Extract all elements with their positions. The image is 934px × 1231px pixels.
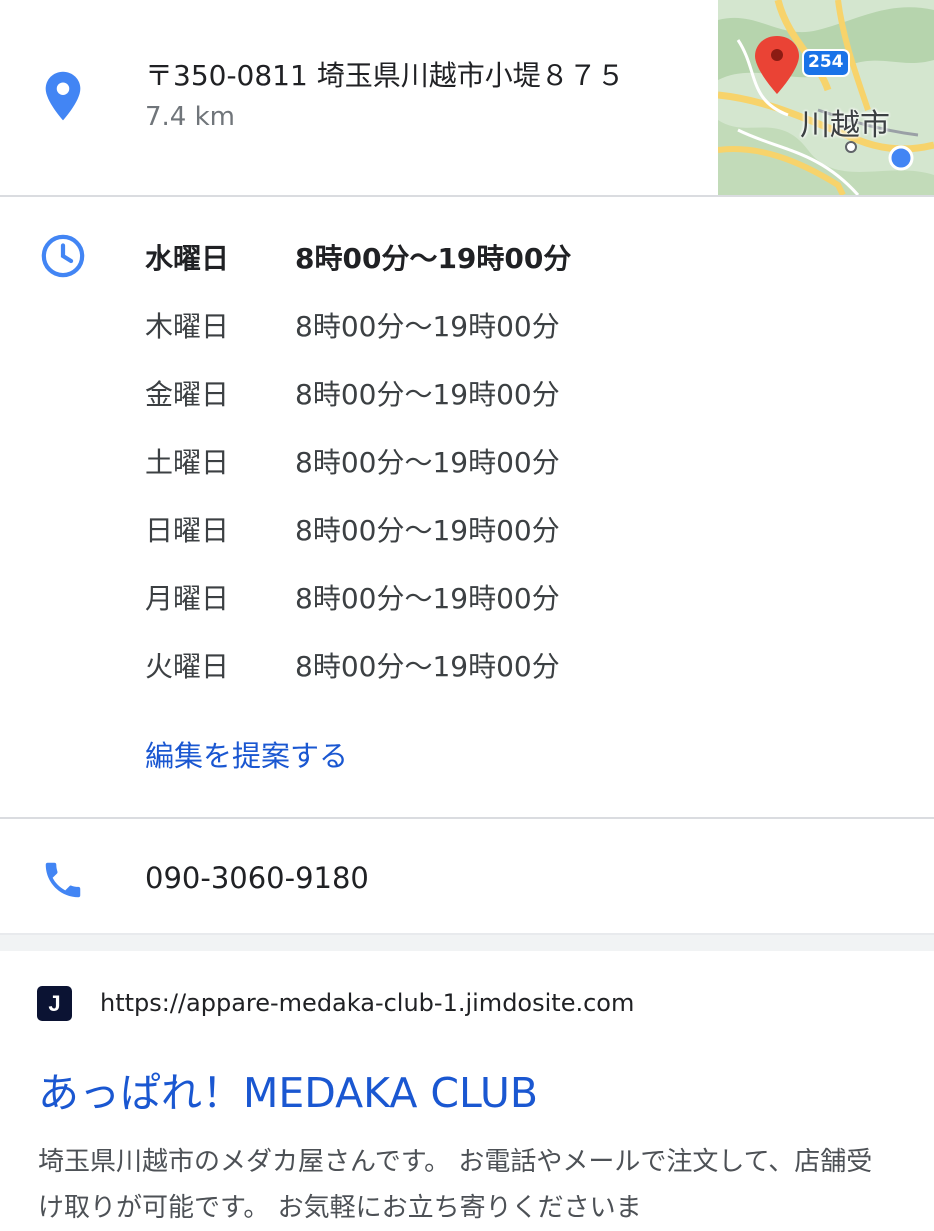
hours-day: 土曜日 <box>145 446 230 479</box>
hours-row: 木曜日 8時00分〜19時00分 <box>145 305 571 373</box>
distance-text: 7.4 km <box>145 102 235 132</box>
hours-day: 日曜日 <box>145 514 230 547</box>
hours-row: 月曜日 8時00分〜19時00分 <box>145 577 571 645</box>
hours-time: 8時00分〜19時00分 <box>295 514 560 547</box>
hours-time: 8時00分〜19時00分 <box>295 582 560 615</box>
location-pin-icon <box>45 71 81 121</box>
phone-icon <box>45 862 81 898</box>
result-title-link[interactable]: あっぱれ！MEDAKA CLUB <box>38 1059 538 1119</box>
hours-row: 金曜日 8時00分〜19時00分 <box>145 373 571 441</box>
hours-day: 火曜日 <box>145 650 230 683</box>
hours-time: 8時00分〜19時00分 <box>295 242 572 275</box>
phone-section[interactable]: 090-3060-9180 <box>0 819 934 935</box>
section-divider <box>0 935 934 951</box>
site-favicon-icon: J <box>37 986 72 1021</box>
hours-day: 月曜日 <box>145 582 230 615</box>
hours-table: 水曜日 8時00分〜19時00分 木曜日 8時00分〜19時00分 金曜日 8時… <box>145 237 571 713</box>
result-snippet: 埼玉県川越市のメダカ屋さんです。 お電話やメールで注文して、店舗受け取りが可能で… <box>38 1147 873 1223</box>
hours-row: 土曜日 8時00分〜19時00分 <box>145 441 571 509</box>
hours-row: 火曜日 8時00分〜19時00分 <box>145 645 571 713</box>
hours-time: 8時00分〜19時00分 <box>295 650 560 683</box>
address-section: 〒350-0811 埼玉県川越市小堤８７５ 7.4 km 254 川越市 <box>0 0 934 197</box>
hours-time: 8時00分〜19時00分 <box>295 446 560 479</box>
search-result: J https://appare-medaka-club-1.jimdosite… <box>0 951 934 1223</box>
hours-day: 水曜日 <box>145 242 230 275</box>
hours-day: 木曜日 <box>145 310 230 343</box>
result-url[interactable]: https://appare-medaka-club-1.jimdosite.c… <box>100 989 634 1017</box>
phone-number[interactable]: 090-3060-9180 <box>145 861 369 895</box>
address-text[interactable]: 〒350-0811 埼玉県川越市小堤８７５ <box>145 54 625 94</box>
clock-icon <box>41 234 85 278</box>
map-graphic <box>718 0 934 195</box>
hours-time: 8時00分〜19時00分 <box>295 310 560 343</box>
hours-row-today: 水曜日 8時00分〜19時00分 <box>145 237 571 305</box>
map-thumbnail[interactable]: 254 川越市 <box>718 0 934 195</box>
route-number: 254 <box>808 52 844 72</box>
suggest-edit-link[interactable]: 編集を提案する <box>145 733 348 775</box>
hours-section: 水曜日 8時00分〜19時00分 木曜日 8時00分〜19時00分 金曜日 8時… <box>0 197 934 819</box>
map-city-label: 川越市 <box>800 108 890 143</box>
hours-day: 金曜日 <box>145 378 230 411</box>
hours-row: 日曜日 8時00分〜19時00分 <box>145 509 571 577</box>
hours-time: 8時00分〜19時00分 <box>295 378 560 411</box>
